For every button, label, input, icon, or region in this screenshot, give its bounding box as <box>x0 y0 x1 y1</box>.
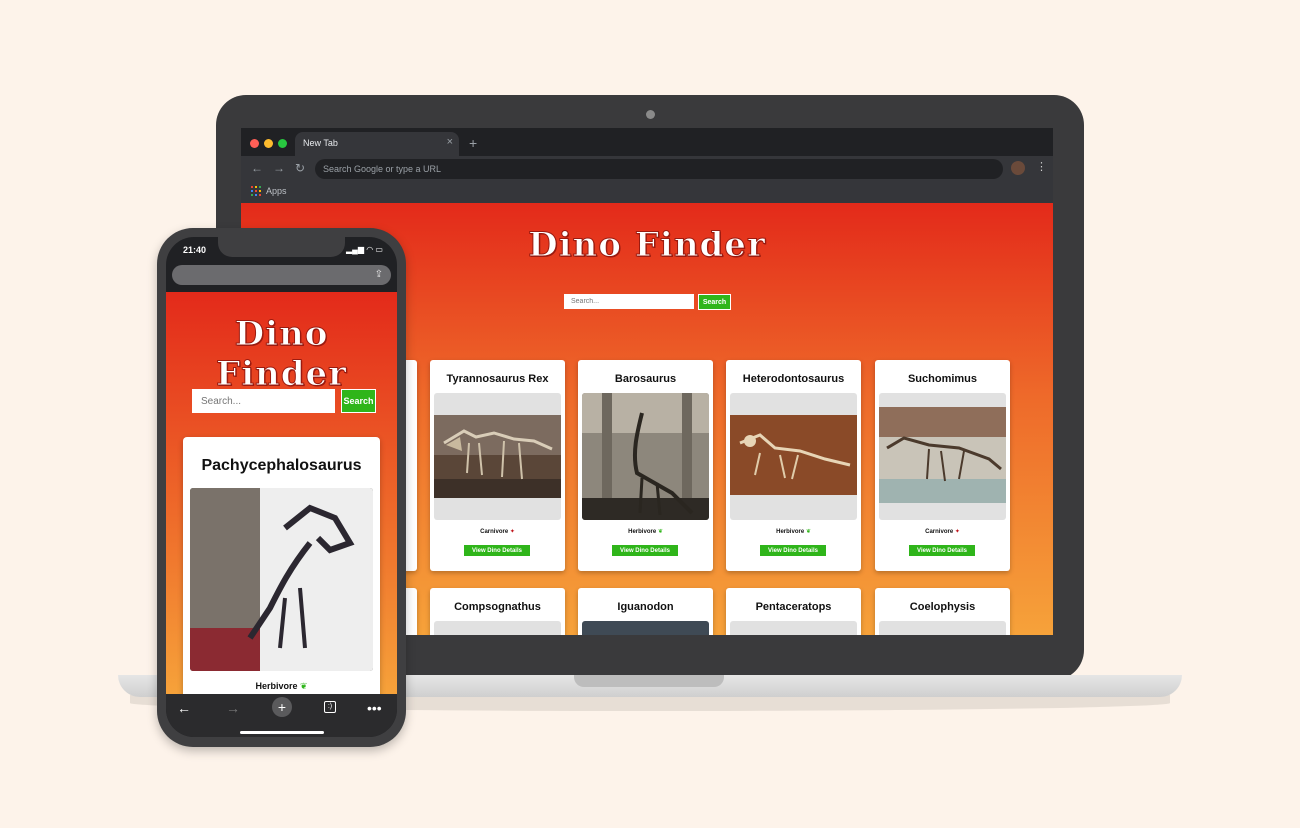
status-icons: ▂▄▆ ◠ ▭ <box>346 245 383 254</box>
phone-screen: 21:40 ▂▄▆ ◠ ▭ ⇪ Dino Finder Search Pachy… <box>166 237 397 737</box>
dino-image <box>879 621 1006 635</box>
dino-image <box>730 621 857 635</box>
back-icon[interactable]: ← <box>177 700 191 716</box>
diet-label: Carnivore <box>480 529 509 535</box>
leaf-icon: ❦ <box>805 529 811 535</box>
dino-image <box>879 393 1006 520</box>
dino-card: Heterodontosaurus Herbivore ❦ View Dino … <box>726 360 861 571</box>
site-logo: Dino Finder <box>215 314 348 395</box>
reload-icon[interactable]: ↻ <box>295 161 305 175</box>
diet-label: Herbivore <box>776 529 805 535</box>
meat-icon: ✦ <box>509 529 515 535</box>
tabs-icon[interactable]: :) <box>324 701 336 713</box>
dino-card: Pachycephalosaurus Herbivore ❦ <box>183 437 380 694</box>
search-form: Search <box>564 294 731 310</box>
meat-icon: ✦ <box>954 529 960 535</box>
dino-name: Pentaceratops <box>755 601 832 613</box>
mobile-address-bar[interactable]: ⇪ <box>172 265 391 285</box>
mobile-browser-toolbar: ← → + :) ••• <box>166 694 397 737</box>
apps-grid-icon[interactable] <box>251 186 261 196</box>
bookmarks-bar: Apps <box>241 182 1053 203</box>
address-bar[interactable]: Search Google or type a URL <box>315 159 1003 179</box>
maximize-window-icon[interactable] <box>278 139 287 148</box>
dino-image <box>730 393 857 520</box>
browser-toolbar: ← → ↻ Search Google or type a URL ⋮ <box>241 156 1053 182</box>
new-tab-icon[interactable]: + <box>469 135 477 151</box>
dino-name: Tyrannosaurus Rex <box>446 373 549 385</box>
dino-card: Coelophysis <box>875 588 1010 635</box>
profile-avatar[interactable] <box>1011 161 1025 175</box>
dino-diet: Herbivore ❦ <box>183 681 380 692</box>
dino-card: Tyrannosaurus Rex Carnivore ✦ View Dino … <box>430 360 565 571</box>
dino-card: Barosaurus Herbivore ❦ View Dino Details <box>578 360 713 571</box>
leaf-icon: ❦ <box>657 529 663 535</box>
laptop-notch <box>574 675 724 687</box>
dino-image <box>582 393 709 520</box>
dino-diet: Carnivore ✦ <box>430 528 565 535</box>
dino-name: Coelophysis <box>909 601 976 613</box>
new-tab-icon[interactable]: + <box>272 697 292 717</box>
dino-diet: Herbivore ❦ <box>726 528 861 535</box>
apps-bookmark[interactable]: Apps <box>266 186 287 196</box>
dino-diet: Carnivore ✦ <box>875 528 1010 535</box>
browser-menu-icon[interactable]: ⋮ <box>1036 160 1047 173</box>
dino-image <box>582 621 709 635</box>
laptop-camera <box>646 110 655 119</box>
dino-name: Iguanodon <box>617 601 674 613</box>
status-time: 21:40 <box>183 245 207 255</box>
forward-icon[interactable]: → <box>226 700 240 716</box>
minimize-window-icon[interactable] <box>264 139 273 148</box>
search-form: Search <box>192 389 376 413</box>
dino-name: Barosaurus <box>614 373 677 385</box>
forward-icon[interactable]: → <box>273 161 285 175</box>
view-details-button[interactable]: View Dino Details <box>760 545 826 556</box>
more-icon[interactable]: ••• <box>367 700 382 716</box>
view-details-button[interactable]: View Dino Details <box>464 545 530 556</box>
dino-card: Iguanodon <box>578 588 713 635</box>
search-button[interactable]: Search <box>698 294 731 310</box>
tab-close-icon[interactable]: × <box>447 136 453 148</box>
dino-card: Pentaceratops <box>726 588 861 635</box>
address-bar-placeholder: Search Google or type a URL <box>323 164 442 174</box>
share-icon[interactable]: ⇪ <box>375 269 383 280</box>
search-button[interactable]: Search <box>341 389 376 413</box>
view-details-button[interactable]: View Dino Details <box>909 545 975 556</box>
diet-label: Herbivore <box>255 681 298 691</box>
leaf-icon: ❦ <box>300 681 308 691</box>
dino-card: Compsognathus <box>430 588 565 635</box>
tab-strip: New Tab × + <box>241 128 1053 156</box>
search-input[interactable] <box>192 389 335 413</box>
dino-finder-mobile-page: Dino Finder Search Pachycephalosaurus He… <box>166 292 397 694</box>
dino-name: Heterodontosaurus <box>742 373 845 385</box>
back-icon[interactable]: ← <box>251 161 263 175</box>
home-indicator <box>240 731 324 734</box>
diet-label: Herbivore <box>628 529 657 535</box>
phone-notch <box>218 237 345 257</box>
dino-diet: Herbivore ❦ <box>578 528 713 535</box>
dino-image <box>434 621 561 635</box>
dino-name: Suchomimus <box>907 373 978 385</box>
diet-label: Carnivore <box>925 529 954 535</box>
dino-name: Compsognathus <box>454 601 541 613</box>
close-window-icon[interactable] <box>250 139 259 148</box>
dino-name: Pachycephalosaurus <box>201 457 362 474</box>
tab-title: New Tab <box>303 138 338 148</box>
tab-new-tab[interactable]: New Tab × <box>295 132 459 156</box>
dino-image <box>434 393 561 520</box>
dino-image <box>190 488 373 671</box>
view-details-button[interactable]: View Dino Details <box>612 545 678 556</box>
search-input[interactable] <box>564 294 694 309</box>
dino-card: Suchomimus Carnivore ✦ View Dino Details <box>875 360 1010 571</box>
